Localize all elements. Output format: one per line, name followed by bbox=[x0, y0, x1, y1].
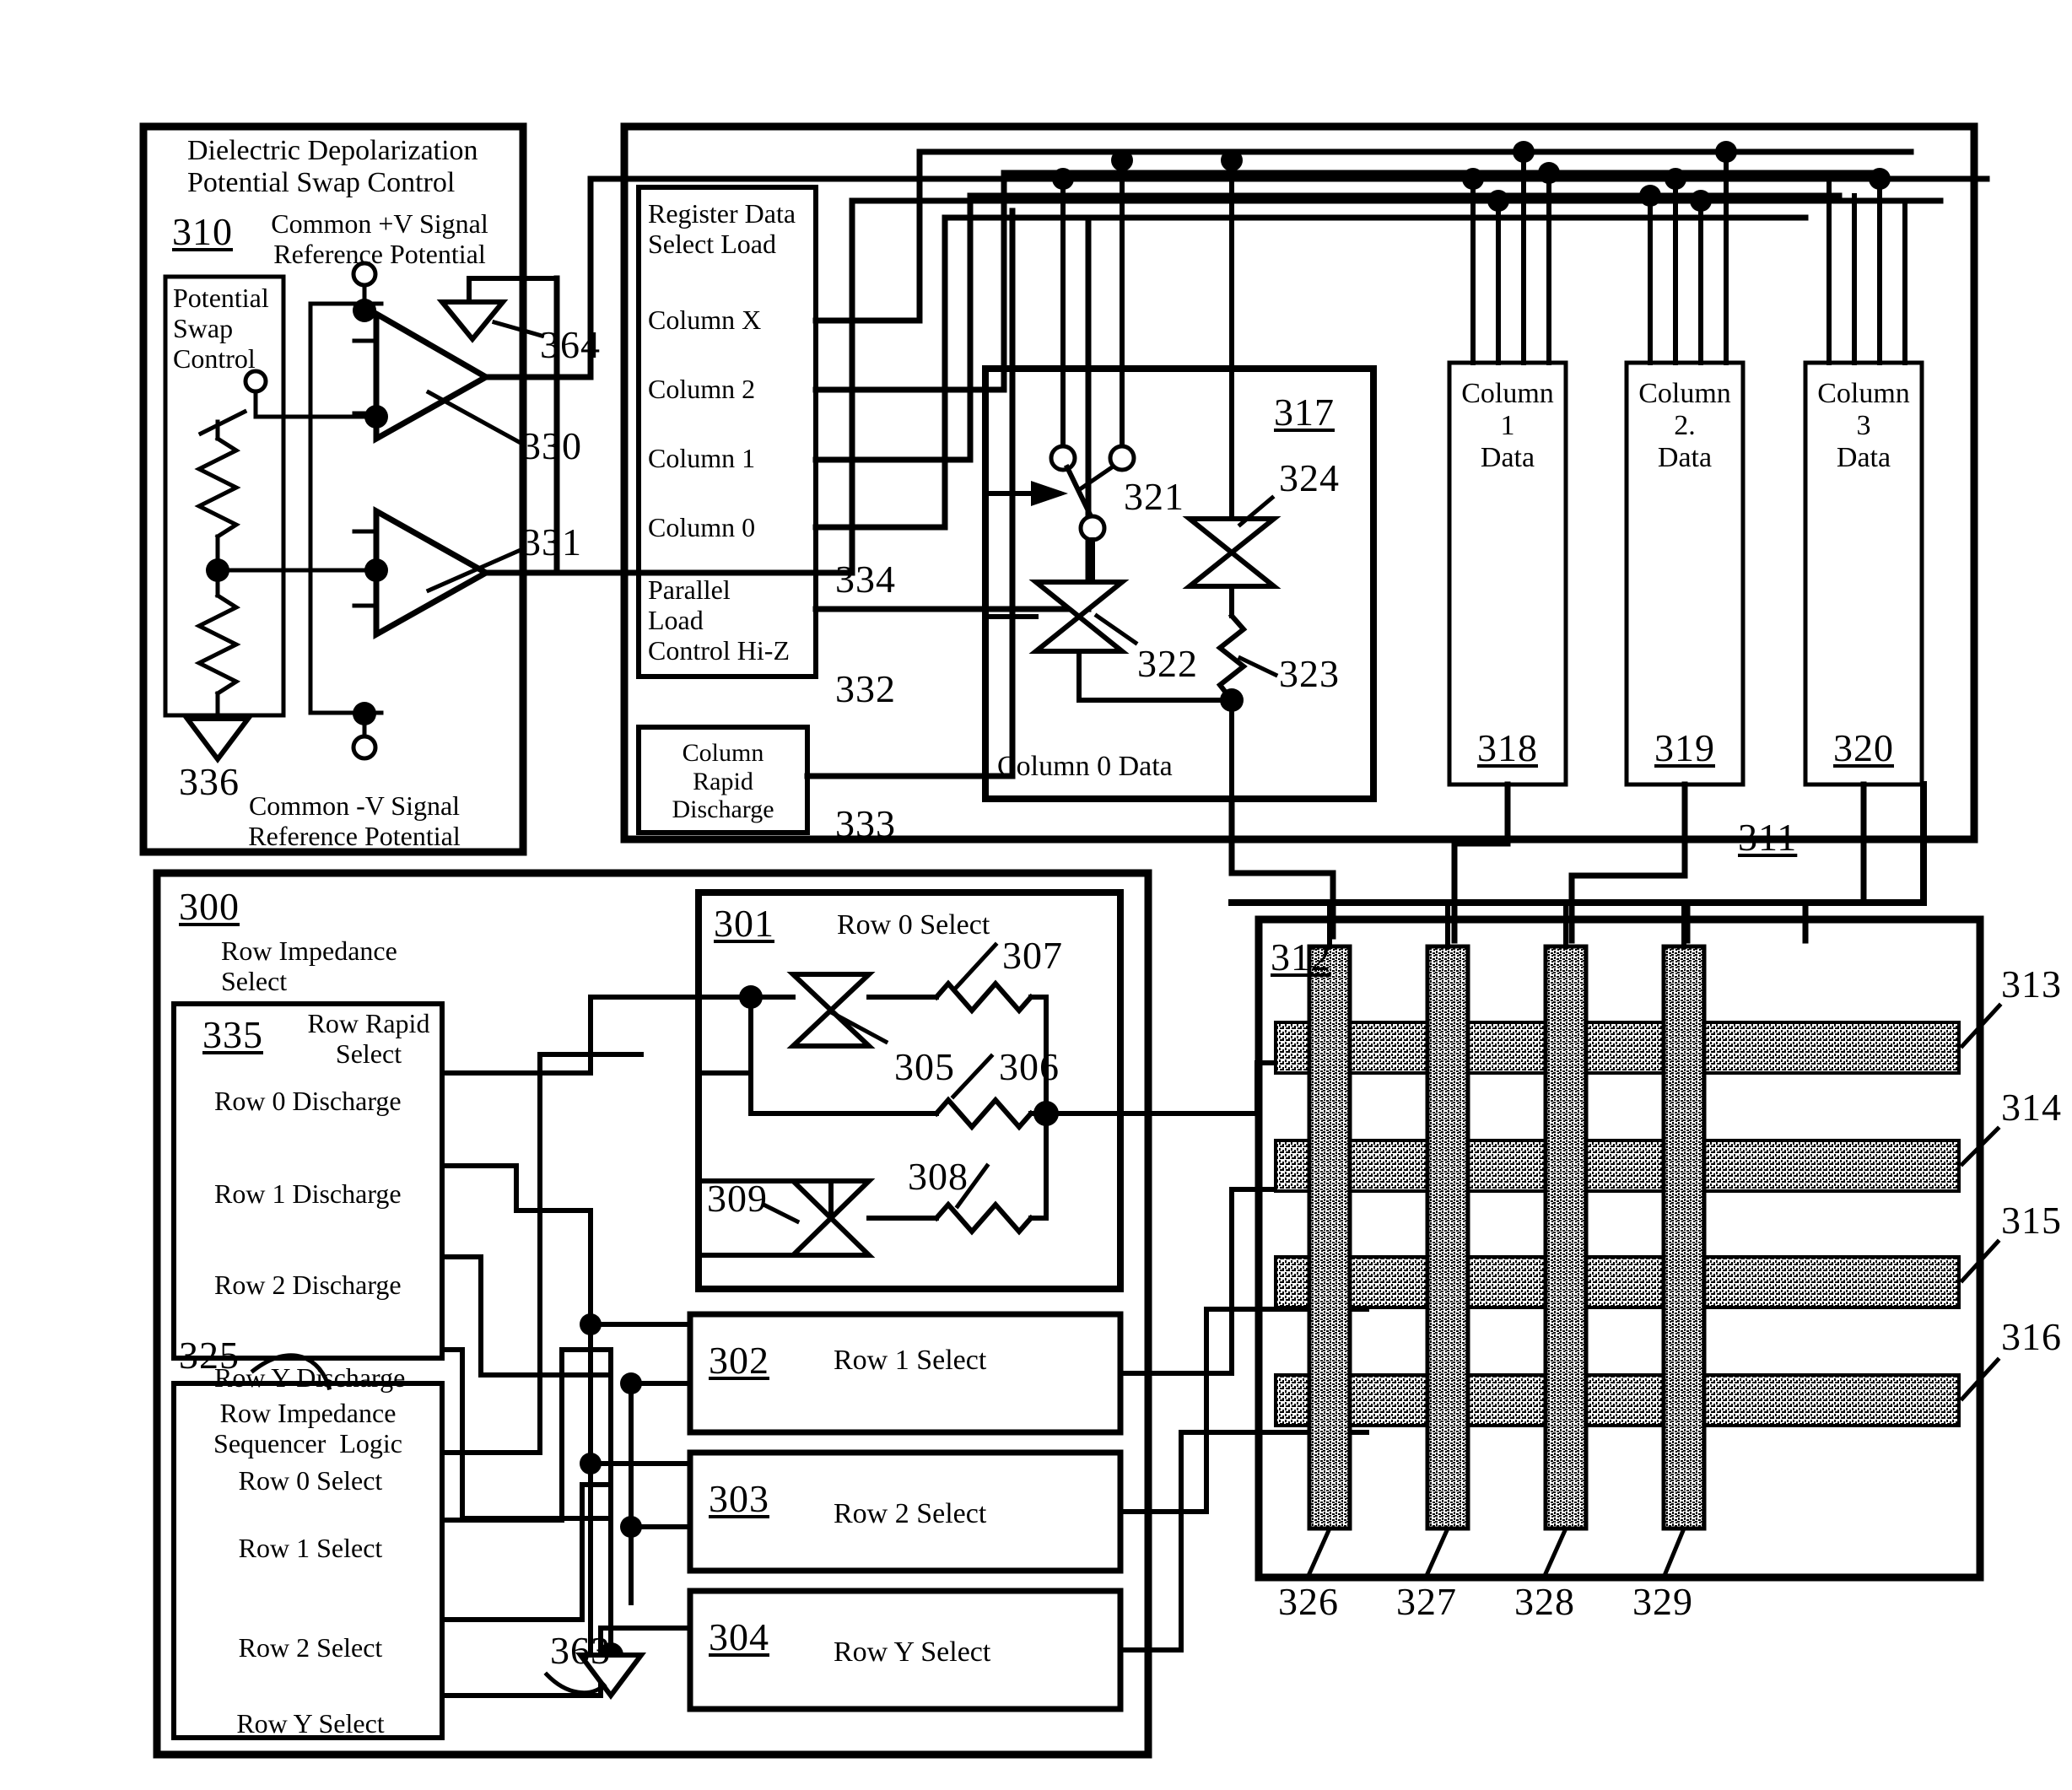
ref-322: 322 bbox=[1137, 642, 1198, 685]
common-minus-v-label: Common -V Signal Reference Potential bbox=[248, 790, 461, 851]
row2-select-label: Row 2 Select bbox=[834, 1498, 987, 1529]
ref-316: 316 bbox=[2001, 1315, 2062, 1358]
register-signal-column-0: Column 0 bbox=[648, 512, 756, 542]
ref-301: 301 bbox=[714, 902, 774, 945]
ref-315: 315 bbox=[2001, 1199, 2062, 1242]
ref-323: 323 bbox=[1279, 652, 1340, 695]
row-rapid-signal-2: Row 2 Discharge bbox=[214, 1270, 402, 1300]
potential-swap-control-label: Potential Swap Control bbox=[173, 283, 269, 374]
column-rapid-discharge-label: Column Rapid Discharge bbox=[672, 739, 774, 824]
ref-308: 308 bbox=[908, 1155, 969, 1198]
ref-334: 334 bbox=[835, 558, 896, 601]
ref-364: 364 bbox=[540, 323, 601, 366]
ref-335: 335 bbox=[202, 1013, 263, 1056]
ref-363: 363 bbox=[550, 1629, 611, 1672]
parallel-load-label: Parallel Load Control Hi-Z bbox=[648, 574, 790, 666]
ref-309: 309 bbox=[707, 1177, 768, 1220]
ref-310: 310 bbox=[172, 210, 233, 253]
ref-327: 327 bbox=[1396, 1580, 1457, 1623]
register-signal-column-x: Column X bbox=[648, 305, 762, 335]
ref-324: 324 bbox=[1279, 456, 1340, 499]
ref-333: 333 bbox=[835, 802, 896, 845]
register-title: Register Data Select Load bbox=[648, 198, 796, 259]
common-plus-v-label: Common +V Signal Reference Potential bbox=[271, 208, 488, 269]
row-rapid-signal-y: Row Y Discharge bbox=[214, 1362, 406, 1393]
ref-328: 328 bbox=[1514, 1580, 1575, 1623]
ref-318: 318 bbox=[1477, 726, 1538, 769]
column2-data-label: Column 2. Data bbox=[1638, 378, 1731, 474]
row-sequencer-signal-0: Row 0 Select bbox=[238, 1465, 383, 1496]
row-impedance-select-title: Row Impedance Select bbox=[221, 935, 397, 996]
ref-317: 317 bbox=[1274, 391, 1335, 434]
ref-300: 300 bbox=[179, 885, 240, 928]
ref-332: 332 bbox=[835, 667, 896, 710]
ref-314: 314 bbox=[2001, 1086, 2062, 1129]
ref-313: 313 bbox=[2001, 962, 2062, 1006]
ref-321: 321 bbox=[1124, 475, 1184, 518]
ref-307: 307 bbox=[1002, 934, 1063, 977]
row-sequencer-title: Row Impedance Sequencer Logic bbox=[213, 1398, 402, 1458]
register-signal-column-1: Column 1 bbox=[648, 443, 756, 473]
ref-325: 325 bbox=[179, 1334, 240, 1377]
ref-320: 320 bbox=[1833, 726, 1894, 769]
ref-326: 326 bbox=[1278, 1580, 1339, 1623]
ref-330: 330 bbox=[521, 424, 582, 467]
column3-data-label: Column 3 Data bbox=[1817, 378, 1910, 474]
ref-306: 306 bbox=[999, 1045, 1060, 1088]
column0-data-caption: Column 0 Data bbox=[997, 751, 1173, 782]
ref-302: 302 bbox=[709, 1339, 769, 1382]
row0-select-caption: Row 0 Select bbox=[837, 909, 990, 941]
ref-311: 311 bbox=[1738, 816, 1798, 859]
row-rapid-select-title: Row Rapid Select bbox=[307, 1008, 430, 1069]
row1-select-label: Row 1 Select bbox=[834, 1345, 987, 1376]
ref-305: 305 bbox=[894, 1045, 955, 1088]
ref-303: 303 bbox=[709, 1477, 769, 1520]
register-signal-column-2: Column 2 bbox=[648, 374, 756, 404]
row-sequencer-signal-y: Row Y Select bbox=[236, 1708, 385, 1739]
patent-figure: Dielectric Depolarization Potential Swap … bbox=[0, 0, 2072, 1790]
row-rapid-signal-0: Row 0 Discharge bbox=[214, 1086, 402, 1116]
ref-312: 312 bbox=[1271, 935, 1331, 979]
depolarization-title: Dielectric Depolarization Potential Swap … bbox=[187, 135, 478, 199]
row-sequencer-signal-2: Row 2 Select bbox=[238, 1632, 383, 1663]
ref-304: 304 bbox=[709, 1615, 769, 1658]
ref-329: 329 bbox=[1632, 1580, 1693, 1623]
rowy-select-label: Row Y Select bbox=[834, 1636, 991, 1668]
ref-319: 319 bbox=[1654, 726, 1715, 769]
row-rapid-signal-1: Row 1 Discharge bbox=[214, 1178, 402, 1209]
row-sequencer-signal-1: Row 1 Select bbox=[238, 1533, 383, 1563]
ref-331: 331 bbox=[521, 520, 582, 563]
column1-data-label: Column 1 Data bbox=[1461, 378, 1554, 474]
